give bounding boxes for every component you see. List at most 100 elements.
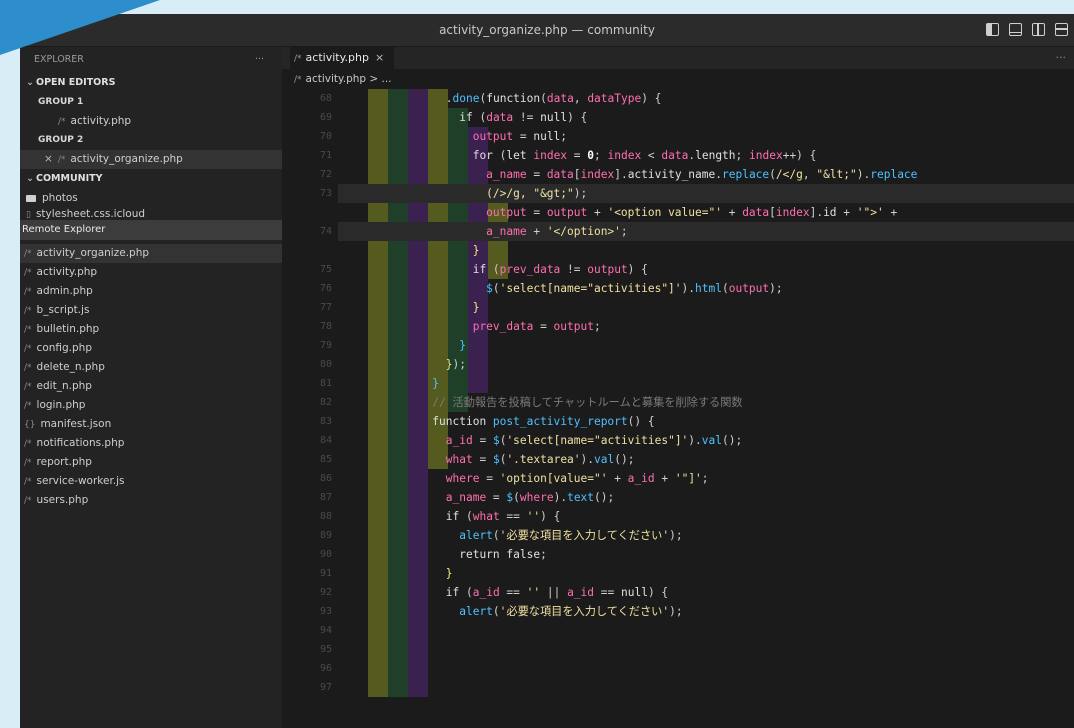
customize-layout-icon[interactable] (1055, 23, 1068, 36)
folder-photos-label: photos (42, 192, 78, 204)
php-file-icon: /* (24, 439, 32, 449)
file-list-item[interactable]: /* users.php (20, 491, 282, 510)
code-line: if (data != null) { (338, 111, 588, 124)
open-editors-label: OPEN EDITORS (36, 77, 116, 88)
line-number: 91 (319, 568, 332, 579)
open-editors-section[interactable]: ⌄ OPEN EDITORS (20, 73, 282, 93)
code-line: }); (338, 358, 466, 371)
file-list-item-label: b_script.js (36, 304, 90, 316)
line-number: 87 (319, 492, 332, 503)
php-file-icon: /* (24, 477, 32, 487)
file-list-item-label: edit_n.php (36, 380, 92, 392)
code-content[interactable]: .done(function(data, dataType) { if (dat… (338, 89, 1074, 728)
file-list-item[interactable]: /* admin.php (20, 282, 282, 301)
code-line: for (let index = 0; index < data.length;… (338, 149, 817, 162)
code-line: } (338, 567, 453, 580)
line-number: 89 (319, 530, 332, 541)
tab-close-icon[interactable]: × (375, 51, 384, 64)
file-list-item[interactable]: /* delete_n.php (20, 358, 282, 377)
line-number: 79 (319, 340, 332, 351)
community-section[interactable]: ⌄ COMMUNITY (20, 169, 282, 189)
line-number: 94 (319, 625, 332, 636)
open-editor-activity-organize[interactable]: × /* activity_organize.php (20, 150, 282, 169)
file-stylesheet-icloud[interactable]: ▯ stylesheet.css.icloud (20, 208, 282, 220)
file-list-item[interactable]: /* report.php (20, 453, 282, 472)
line-number: 83 (319, 416, 332, 427)
code-line: if (a_id == '' || a_id == null) { (338, 586, 669, 599)
code-line: } (338, 339, 466, 352)
file-list-item[interactable]: /* bulletin.php (20, 320, 282, 339)
code-line: } (338, 244, 480, 257)
file-list-item-label: notifications.php (36, 437, 125, 449)
code-line: where = 'option[value="' + a_id + '"]'; (338, 472, 709, 485)
folder-photos[interactable]: photos (20, 189, 282, 208)
toggle-sidebar-icon[interactable] (986, 23, 999, 36)
line-number: 71 (319, 150, 332, 161)
split-editor-icon[interactable] (1032, 23, 1045, 36)
file-list-item[interactable]: /* service-worker.js (20, 472, 282, 491)
code-line: if (what == '') { (338, 510, 561, 523)
more-actions-icon[interactable]: ··· (255, 47, 264, 73)
file-stylesheet-icloud-label: stylesheet.css.icloud (35, 208, 146, 220)
file-list-item-label: users.php (36, 494, 89, 506)
line-number: 85 (319, 454, 332, 465)
php-file-icon: /* (57, 155, 66, 165)
code-line: .done(function(data, dataType) { (445, 92, 662, 105)
code-line: what = $('.textarea').val(); (338, 453, 635, 466)
tab-activity-label: activity.php (305, 51, 369, 64)
line-number: 68 (319, 93, 332, 104)
window-title: activity_organize.php — community (439, 23, 655, 37)
line-number: 76 (319, 283, 332, 294)
editor-more-icon[interactable]: ··· (1056, 47, 1067, 69)
line-number: 73 (319, 188, 332, 199)
php-file-icon: /* (24, 458, 32, 468)
file-list-item-label: bulletin.php (36, 323, 100, 335)
file-list-item[interactable]: {} manifest.json (20, 415, 282, 434)
php-file-icon: /* (294, 54, 302, 64)
editor-pane: /* activity.php × ··· /* activity.php > ...… (282, 47, 1074, 728)
line-number: 77 (319, 302, 332, 313)
line-number: 72 (319, 169, 332, 180)
explorer-label: EXPLORER (34, 54, 84, 65)
code-line: alert('必要な項目を入力してください'); (338, 529, 683, 542)
file-list-item[interactable]: /* login.php (20, 396, 282, 415)
line-number: 90 (319, 549, 332, 560)
line-number: 70 (319, 131, 332, 142)
breadcrumb-path: activity.php > ... (305, 73, 392, 85)
group-1-label: GROUP 1 (38, 97, 84, 107)
breadcrumb[interactable]: /* activity.php > ... (282, 69, 1074, 89)
line-number: 81 (319, 378, 332, 389)
open-editor-activity-organize-label: activity_organize.php (70, 153, 183, 165)
php-file-icon: /* (294, 75, 302, 85)
code-area[interactable]: 68 69 70 71 72 73 74 75 76 77 78 79 80 8… (282, 89, 1074, 728)
file-list-item-label: activity_organize.php (36, 247, 150, 259)
line-number (282, 241, 338, 260)
line-number: 69 (319, 112, 332, 123)
file-list-item[interactable]: /* b_script.js (20, 301, 282, 320)
file-list-item[interactable]: /* edit_n.php (20, 377, 282, 396)
tab-activity[interactable]: /* activity.php × (290, 47, 395, 69)
file-list-item[interactable]: /* config.php (20, 339, 282, 358)
editor-window: activity_organize.php — community EXPLOR… (20, 14, 1074, 728)
toggle-panel-icon[interactable] (1009, 23, 1022, 36)
code-line: alert('必要な項目を入力してください'); (338, 605, 683, 618)
close-icon[interactable]: × (44, 153, 53, 165)
file-list-item-label: config.php (36, 342, 92, 354)
line-number (282, 203, 338, 222)
file-list-item[interactable]: /* activity.php (20, 263, 282, 282)
json-file-icon: {} (24, 420, 36, 430)
line-number: 95 (319, 644, 332, 655)
line-number: 93 (319, 606, 332, 617)
code-lines: .done(function(data, dataType) { if (dat… (338, 89, 1074, 621)
code-line: function post_activity_report() { (338, 415, 655, 428)
code-line: } (338, 301, 480, 314)
file-list-item[interactable]: /* notifications.php (20, 434, 282, 453)
php-file-icon: /* (24, 249, 32, 259)
file-list-item-label: login.php (36, 399, 86, 411)
open-editor-activity[interactable]: /* activity.php (20, 112, 282, 131)
php-file-icon: /* (24, 382, 32, 392)
file-icon: ▯ (26, 210, 31, 220)
file-list: /* activity_organize.php /* activity.php /* a… (20, 244, 282, 510)
file-list-item-label: activity.php (36, 266, 98, 278)
file-list-item[interactable]: /* activity_organize.php (20, 244, 282, 263)
